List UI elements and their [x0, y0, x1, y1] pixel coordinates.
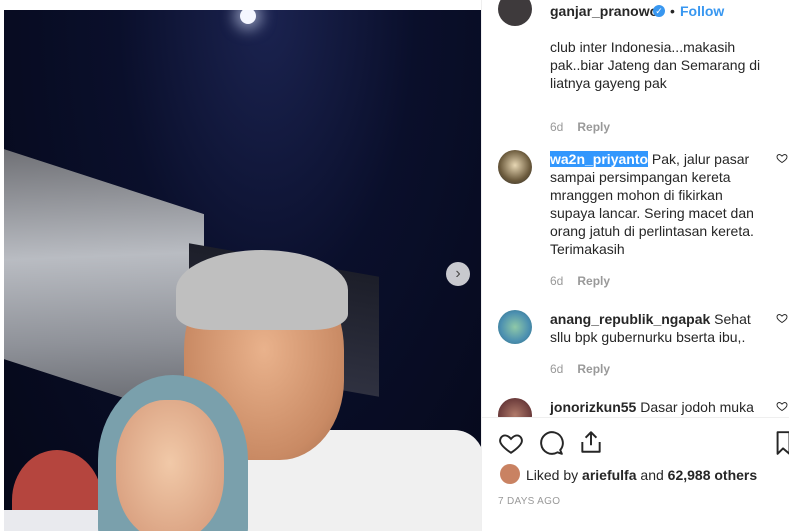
- author-avatar[interactable]: [498, 0, 532, 26]
- comment-item: jonorizkun55 Dasar jodoh muka: [498, 398, 788, 417]
- comment-meta: 6d Reply: [550, 274, 610, 288]
- comment-item: wa2n_priyanto Pak, jalur pasar sampai pe…: [498, 150, 788, 290]
- comment-age: 6d: [550, 362, 564, 376]
- likes-prefix: Liked by: [526, 467, 583, 483]
- heart-icon[interactable]: [776, 312, 788, 324]
- comment-body: Dasar jodoh muka: [636, 399, 754, 415]
- comment-icon[interactable]: [538, 430, 564, 456]
- post-header: ganjar_pranowo ✓ • Follow: [482, 0, 789, 30]
- commenter-username[interactable]: anang_republik_ngapak: [550, 311, 710, 327]
- likes-middle: and: [636, 467, 668, 483]
- author-username[interactable]: ganjar_pranowo: [550, 3, 658, 19]
- comment-text: club inter Indonesia...makasih pak..biar…: [550, 39, 761, 91]
- share-icon[interactable]: [578, 429, 604, 455]
- heart-icon[interactable]: [776, 400, 788, 412]
- man-hair: [176, 250, 348, 330]
- comment-text: wa2n_priyanto Pak, jalur pasar sampai pe…: [550, 150, 770, 258]
- commenter-avatar[interactable]: [498, 150, 532, 184]
- likes-summary: Liked by ariefulfa and 62,988 others: [526, 467, 757, 483]
- liker-avatar[interactable]: [500, 464, 520, 484]
- commenter-avatar[interactable]: [498, 398, 532, 417]
- follow-button[interactable]: Follow: [680, 3, 724, 19]
- header-separator: •: [670, 3, 675, 19]
- liker-username[interactable]: ariefulfa: [582, 467, 636, 483]
- comment-item: club inter Indonesia...makasih pak..biar…: [498, 38, 788, 138]
- post-photo[interactable]: [4, 10, 481, 531]
- bookmark-icon[interactable]: [776, 430, 789, 456]
- verified-badge-icon: ✓: [653, 5, 665, 17]
- comment-age: 6d: [550, 274, 564, 288]
- reply-button[interactable]: Reply: [577, 274, 610, 288]
- heart-icon[interactable]: [498, 430, 524, 456]
- woman-face: [116, 400, 224, 531]
- post-actions: Liked by ariefulfa and 62,988 others 7 D…: [482, 417, 789, 532]
- moon: [240, 10, 256, 24]
- post-side-panel: ganjar_pranowo ✓ • Follow club inter Ind…: [481, 0, 789, 531]
- comment-meta: 6d Reply: [550, 362, 610, 376]
- chevron-right-icon: ›: [455, 265, 461, 282]
- commenter-username[interactable]: jonorizkun55: [550, 399, 636, 415]
- comment-text: anang_republik_ngapak Sehat sllu bpk gub…: [550, 310, 770, 346]
- comments-list[interactable]: club inter Indonesia...makasih pak..biar…: [482, 30, 789, 417]
- heart-icon[interactable]: [776, 152, 788, 164]
- comment-meta: 6d Reply: [550, 120, 610, 134]
- commenter-username[interactable]: wa2n_priyanto: [550, 151, 649, 167]
- next-photo-button[interactable]: ›: [446, 262, 470, 286]
- comment-age: 6d: [550, 120, 564, 134]
- comment-item: anang_republik_ngapak Sehat sllu bpk gub…: [498, 310, 788, 390]
- likes-count[interactable]: 62,988 others: [668, 467, 758, 483]
- commenter-avatar[interactable]: [498, 310, 532, 344]
- comment-text: jonorizkun55 Dasar jodoh muka: [550, 398, 770, 416]
- post-timestamp[interactable]: 7 DAYS AGO: [498, 496, 560, 507]
- reply-button[interactable]: Reply: [577, 120, 610, 134]
- reply-button[interactable]: Reply: [577, 362, 610, 376]
